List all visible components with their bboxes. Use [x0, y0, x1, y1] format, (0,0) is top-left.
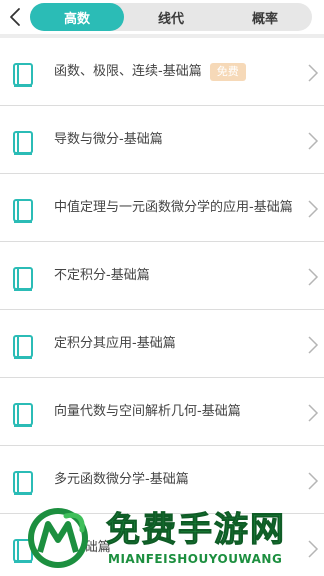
chevron-right-icon	[308, 336, 319, 354]
chevron-right-icon	[308, 404, 319, 422]
book-icon	[13, 131, 33, 155]
chevron-left-icon	[10, 8, 20, 26]
list-item-title: 定积分其应用-基础篇	[54, 336, 176, 351]
book-icon	[13, 471, 33, 495]
list-item[interactable]: 不定积分-基础篇	[0, 242, 324, 310]
book-icon	[13, 267, 33, 291]
chevron-right-icon	[308, 200, 319, 218]
tab-advanced-math[interactable]: 高数	[30, 3, 124, 31]
book-icon	[13, 63, 33, 87]
list-item[interactable]: 定积分其应用-基础篇	[0, 310, 324, 378]
chevron-right-icon	[308, 64, 319, 82]
list-item-title: 中值定理与一元函数微分学的应用-基础篇	[54, 200, 293, 215]
list-item[interactable]: 中值定理与一元函数微分学的应用-基础篇	[0, 174, 324, 242]
chevron-right-icon	[308, 132, 319, 150]
list-item-title: 函数、极限、连续-基础篇	[54, 64, 202, 79]
book-icon	[13, 199, 33, 223]
list-item-title: 不定积分-基础篇	[54, 268, 150, 283]
tab-probability[interactable]: 概率	[218, 3, 312, 31]
chevron-right-icon	[308, 472, 319, 490]
free-badge: 免费	[209, 62, 246, 81]
list-item-title: 导数与微分-基础篇	[54, 132, 163, 147]
watermark-subtitle: MIANFEISHOUYOUWANG	[108, 552, 283, 566]
chapter-list: 函数、极限、连续-基础篇 免费 导数与微分-基础篇 中值定理与一元函数微分学的应用…	[0, 38, 324, 576]
top-bar: 高数 线代 概率	[0, 0, 324, 34]
list-item[interactable]: 导数与微分-基础篇	[0, 106, 324, 174]
book-icon	[13, 335, 33, 359]
watermark-overlay: 免费手游网 MIANFEISHOUYOUWANG	[26, 500, 324, 576]
chevron-right-icon	[308, 268, 319, 286]
list-item-title: 向量代数与空间解析几何-基础篇	[54, 404, 241, 419]
tab-linear-algebra[interactable]: 线代	[124, 3, 218, 31]
subject-tabs: 高数 线代 概率	[30, 3, 312, 31]
book-icon	[13, 403, 33, 427]
site-logo	[28, 508, 88, 568]
watermark-title: 免费手游网	[106, 510, 286, 551]
list-item[interactable]: 向量代数与空间解析几何-基础篇	[0, 378, 324, 446]
list-item[interactable]: 函数、极限、连续-基础篇 免费	[0, 38, 324, 106]
back-button[interactable]	[4, 4, 26, 30]
